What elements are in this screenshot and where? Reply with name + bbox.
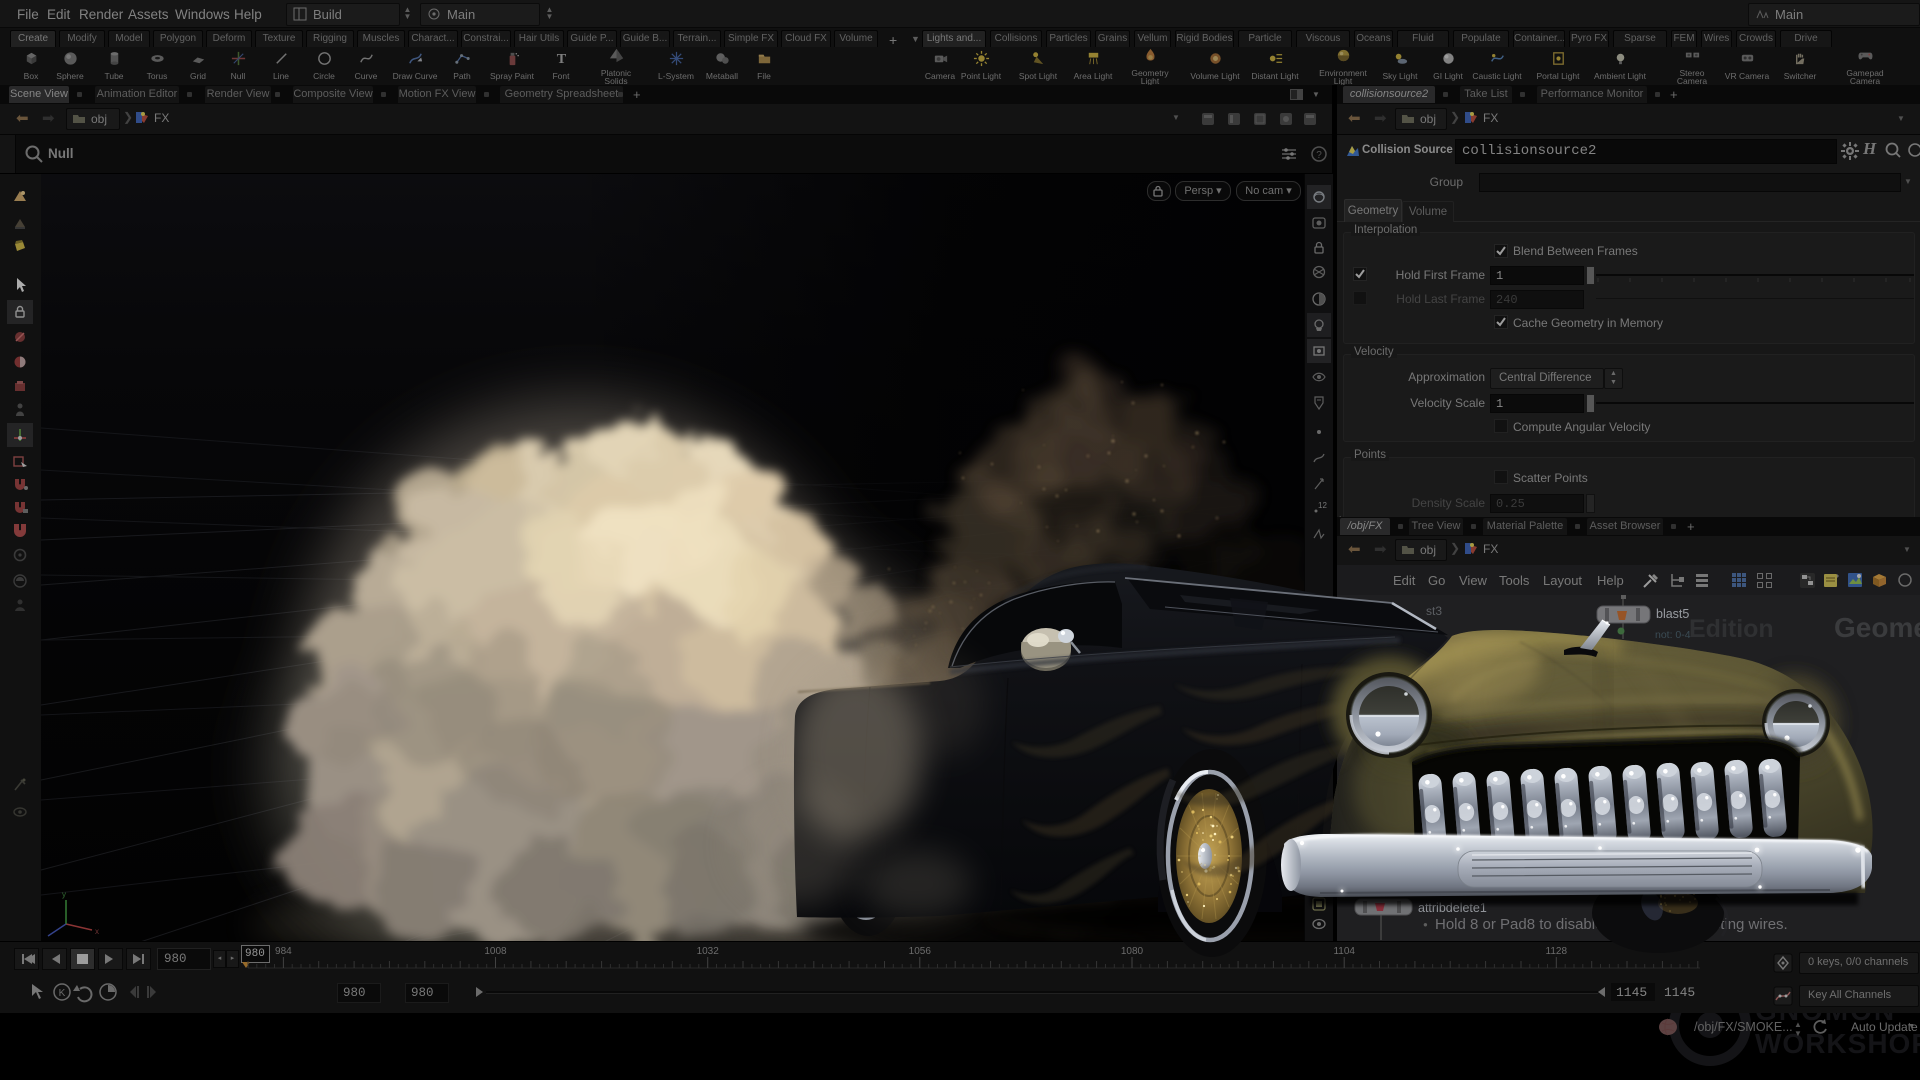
svg-text:12: 12 xyxy=(1318,501,1327,510)
svg-text:1056: 1056 xyxy=(909,946,932,957)
svg-text:T: T xyxy=(556,51,566,67)
svg-text:1104: 1104 xyxy=(1333,946,1355,957)
svg-text:1080: 1080 xyxy=(1121,946,1144,957)
svg-text:1032: 1032 xyxy=(697,946,720,957)
svg-text:1128: 1128 xyxy=(1546,946,1568,957)
svg-text:1008: 1008 xyxy=(484,946,507,957)
svg-text:?: ? xyxy=(1316,150,1322,161)
svg-text:984: 984 xyxy=(275,946,292,957)
svg-text:K: K xyxy=(59,988,66,999)
